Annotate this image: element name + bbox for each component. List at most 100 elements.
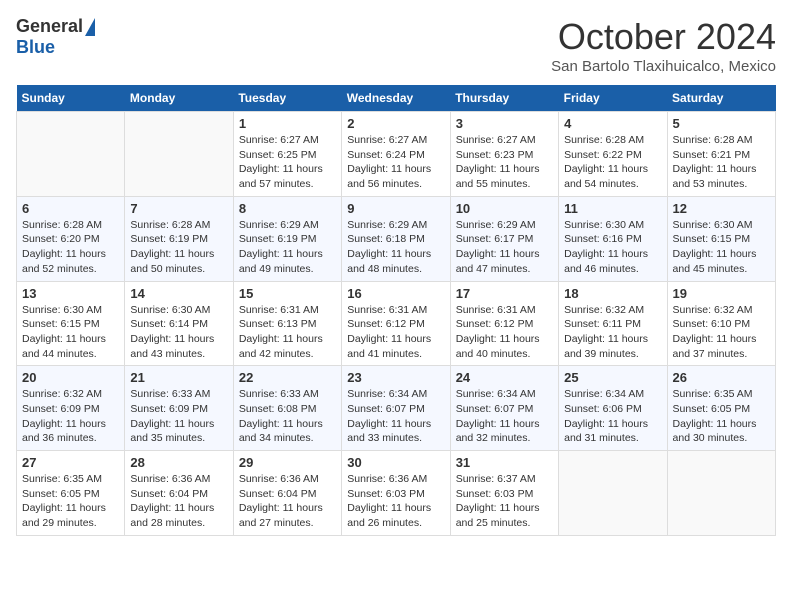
- day-cell: 13 Sunrise: 6:30 AMSunset: 6:15 PMDayligh…: [17, 281, 125, 366]
- day-number: 2: [347, 116, 444, 131]
- day-number: 30: [347, 455, 444, 470]
- day-number: 8: [239, 201, 336, 216]
- header-tuesday: Tuesday: [233, 85, 341, 112]
- header-sunday: Sunday: [17, 85, 125, 112]
- day-cell: 25 Sunrise: 6:34 AMSunset: 6:06 PMDayligh…: [559, 366, 667, 451]
- day-details: Sunrise: 6:31 AMSunset: 6:12 PMDaylight:…: [347, 303, 444, 362]
- day-details: Sunrise: 6:36 AMSunset: 6:04 PMDaylight:…: [130, 472, 227, 531]
- day-number: 20: [22, 370, 119, 385]
- day-details: Sunrise: 6:28 AMSunset: 6:21 PMDaylight:…: [673, 133, 770, 192]
- day-number: 26: [673, 370, 770, 385]
- header-thursday: Thursday: [450, 85, 558, 112]
- header-monday: Monday: [125, 85, 233, 112]
- day-cell: 22 Sunrise: 6:33 AMSunset: 6:08 PMDayligh…: [233, 366, 341, 451]
- day-details: Sunrise: 6:29 AMSunset: 6:18 PMDaylight:…: [347, 218, 444, 277]
- day-number: 23: [347, 370, 444, 385]
- day-details: Sunrise: 6:36 AMSunset: 6:03 PMDaylight:…: [347, 472, 444, 531]
- day-details: Sunrise: 6:31 AMSunset: 6:13 PMDaylight:…: [239, 303, 336, 362]
- header-friday: Friday: [559, 85, 667, 112]
- day-cell: [559, 451, 667, 536]
- page-header: General Blue October 2024 San Bartolo Tl…: [16, 16, 776, 75]
- day-number: 12: [673, 201, 770, 216]
- day-number: 5: [673, 116, 770, 131]
- day-cell: 29 Sunrise: 6:36 AMSunset: 6:04 PMDayligh…: [233, 451, 341, 536]
- day-number: 9: [347, 201, 444, 216]
- week-row-3: 13 Sunrise: 6:30 AMSunset: 6:15 PMDayligh…: [17, 281, 776, 366]
- day-details: Sunrise: 6:29 AMSunset: 6:19 PMDaylight:…: [239, 218, 336, 277]
- day-number: 7: [130, 201, 227, 216]
- day-cell: [17, 112, 125, 197]
- day-number: 14: [130, 286, 227, 301]
- day-cell: 2 Sunrise: 6:27 AMSunset: 6:24 PMDaylight…: [342, 112, 450, 197]
- day-number: 13: [22, 286, 119, 301]
- day-cell: 19 Sunrise: 6:32 AMSunset: 6:10 PMDayligh…: [667, 281, 775, 366]
- day-cell: 31 Sunrise: 6:37 AMSunset: 6:03 PMDayligh…: [450, 451, 558, 536]
- day-cell: 10Sunrise: 6:29 AMSunset: 6:17 PMDayligh…: [450, 196, 558, 281]
- day-cell: 21 Sunrise: 6:33 AMSunset: 6:09 PMDayligh…: [125, 366, 233, 451]
- day-cell: 8 Sunrise: 6:29 AMSunset: 6:19 PMDaylight…: [233, 196, 341, 281]
- day-cell: 26 Sunrise: 6:35 AMSunset: 6:05 PMDayligh…: [667, 366, 775, 451]
- month-title: October 2024: [551, 16, 776, 58]
- day-details: Sunrise: 6:37 AMSunset: 6:03 PMDaylight:…: [456, 472, 553, 531]
- day-details: Sunrise: 6:27 AMSunset: 6:24 PMDaylight:…: [347, 133, 444, 192]
- day-cell: 12 Sunrise: 6:30 AMSunset: 6:15 PMDayligh…: [667, 196, 775, 281]
- day-details: Sunrise: 6:27 AMSunset: 6:25 PMDaylight:…: [239, 133, 336, 192]
- day-cell: 11 Sunrise: 6:30 AMSunset: 6:16 PMDayligh…: [559, 196, 667, 281]
- day-cell: 1 Sunrise: 6:27 AMSunset: 6:25 PMDaylight…: [233, 112, 341, 197]
- logo-blue: Blue: [16, 37, 55, 57]
- location-title: San Bartolo Tlaxihuicalco, Mexico: [551, 58, 776, 75]
- day-details: Sunrise: 6:34 AMSunset: 6:06 PMDaylight:…: [564, 387, 661, 446]
- day-details: Sunrise: 6:28 AMSunset: 6:20 PMDaylight:…: [22, 218, 119, 277]
- day-cell: 6 Sunrise: 6:28 AMSunset: 6:20 PMDaylight…: [17, 196, 125, 281]
- day-details: Sunrise: 6:32 AMSunset: 6:11 PMDaylight:…: [564, 303, 661, 362]
- day-cell: 5 Sunrise: 6:28 AMSunset: 6:21 PMDaylight…: [667, 112, 775, 197]
- day-details: Sunrise: 6:33 AMSunset: 6:09 PMDaylight:…: [130, 387, 227, 446]
- day-cell: 23 Sunrise: 6:34 AMSunset: 6:07 PMDayligh…: [342, 366, 450, 451]
- day-details: Sunrise: 6:32 AMSunset: 6:09 PMDaylight:…: [22, 387, 119, 446]
- day-cell: 4Sunrise: 6:28 AMSunset: 6:22 PMDaylight…: [559, 112, 667, 197]
- day-cell: 16Sunrise: 6:31 AMSunset: 6:12 PMDayligh…: [342, 281, 450, 366]
- day-cell: 9 Sunrise: 6:29 AMSunset: 6:18 PMDaylight…: [342, 196, 450, 281]
- day-details: Sunrise: 6:34 AMSunset: 6:07 PMDaylight:…: [456, 387, 553, 446]
- day-cell: 24Sunrise: 6:34 AMSunset: 6:07 PMDayligh…: [450, 366, 558, 451]
- day-details: Sunrise: 6:34 AMSunset: 6:07 PMDaylight:…: [347, 387, 444, 446]
- day-cell: 17Sunrise: 6:31 AMSunset: 6:12 PMDayligh…: [450, 281, 558, 366]
- day-cell: 3Sunrise: 6:27 AMSunset: 6:23 PMDaylight…: [450, 112, 558, 197]
- calendar-table: Sunday Monday Tuesday Wednesday Thursday…: [16, 85, 776, 536]
- day-cell: [667, 451, 775, 536]
- day-number: 1: [239, 116, 336, 131]
- logo-triangle: [85, 18, 95, 36]
- day-details: Sunrise: 6:30 AMSunset: 6:16 PMDaylight:…: [564, 218, 661, 277]
- day-details: Sunrise: 6:30 AMSunset: 6:15 PMDaylight:…: [673, 218, 770, 277]
- day-number: 29: [239, 455, 336, 470]
- logo-general: General: [16, 16, 83, 37]
- day-details: Sunrise: 6:36 AMSunset: 6:04 PMDaylight:…: [239, 472, 336, 531]
- day-details: Sunrise: 6:33 AMSunset: 6:08 PMDaylight:…: [239, 387, 336, 446]
- day-number: 22: [239, 370, 336, 385]
- day-details: Sunrise: 6:35 AMSunset: 6:05 PMDaylight:…: [22, 472, 119, 531]
- day-details: Sunrise: 6:30 AMSunset: 6:14 PMDaylight:…: [130, 303, 227, 362]
- day-cell: 15Sunrise: 6:31 AMSunset: 6:13 PMDayligh…: [233, 281, 341, 366]
- header-wednesday: Wednesday: [342, 85, 450, 112]
- day-number: 11: [564, 201, 661, 216]
- logo: General Blue: [16, 16, 95, 58]
- day-details: Sunrise: 6:30 AMSunset: 6:15 PMDaylight:…: [22, 303, 119, 362]
- day-number: 21: [130, 370, 227, 385]
- day-number: 6: [22, 201, 119, 216]
- day-details: Sunrise: 6:29 AMSunset: 6:17 PMDaylight:…: [456, 218, 553, 277]
- day-cell: 30 Sunrise: 6:36 AMSunset: 6:03 PMDayligh…: [342, 451, 450, 536]
- day-cell: [125, 112, 233, 197]
- title-block: October 2024 San Bartolo Tlaxihuicalco, …: [551, 16, 776, 75]
- day-details: Sunrise: 6:32 AMSunset: 6:10 PMDaylight:…: [673, 303, 770, 362]
- day-number: 31: [456, 455, 553, 470]
- header-row: Sunday Monday Tuesday Wednesday Thursday…: [17, 85, 776, 112]
- day-cell: 28Sunrise: 6:36 AMSunset: 6:04 PMDayligh…: [125, 451, 233, 536]
- week-row-2: 6 Sunrise: 6:28 AMSunset: 6:20 PMDaylight…: [17, 196, 776, 281]
- day-cell: 14 Sunrise: 6:30 AMSunset: 6:14 PMDayligh…: [125, 281, 233, 366]
- day-details: Sunrise: 6:35 AMSunset: 6:05 PMDaylight:…: [673, 387, 770, 446]
- day-number: 25: [564, 370, 661, 385]
- day-cell: 7Sunrise: 6:28 AMSunset: 6:19 PMDaylight…: [125, 196, 233, 281]
- day-details: Sunrise: 6:28 AMSunset: 6:22 PMDaylight:…: [564, 133, 661, 192]
- day-number: 19: [673, 286, 770, 301]
- day-details: Sunrise: 6:31 AMSunset: 6:12 PMDaylight:…: [456, 303, 553, 362]
